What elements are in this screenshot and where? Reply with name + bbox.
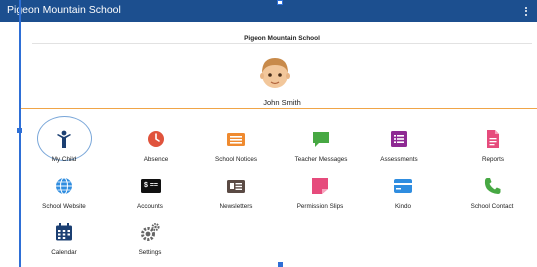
tile-label: Absence — [143, 156, 169, 163]
tile-label: Newsletters — [219, 203, 253, 210]
tile-label: Permission Slips — [296, 203, 344, 210]
newspaper-icon — [227, 180, 245, 193]
tile-kindo[interactable]: Kindo — [359, 177, 447, 215]
tile-absence[interactable]: Absence — [112, 130, 200, 168]
list-icon — [391, 131, 407, 147]
selection-handle-bottom[interactable] — [278, 262, 283, 267]
tile-newsletters[interactable]: Newsletters — [192, 177, 280, 215]
calendar-icon — [56, 223, 72, 241]
tile-assessments[interactable]: Assessments — [355, 130, 443, 168]
document-icon — [487, 130, 499, 148]
school-name-heading: Pigeon Mountain School — [244, 35, 320, 42]
cogs-icon — [141, 223, 160, 241]
tile-settings[interactable]: Settings — [106, 223, 194, 261]
money-icon: $ == — [141, 179, 161, 193]
tile-label: Accounts — [137, 203, 163, 210]
chat-bubble-icon — [313, 132, 329, 147]
app-bar: Pigeon Mountain School — [0, 0, 537, 22]
accent-divider — [21, 108, 537, 109]
tile-label: Calendar — [51, 249, 77, 256]
tile-school-contact[interactable]: School Contact — [448, 177, 536, 215]
app-title: Pigeon Mountain School — [7, 4, 121, 16]
tile-label: My Child — [51, 156, 77, 163]
globe-icon — [56, 177, 72, 195]
tile-accounts[interactable]: $ == Accounts — [106, 177, 194, 215]
clock-icon — [148, 131, 164, 147]
tile-label: School Contact — [470, 203, 514, 210]
tile-label: School Website — [42, 203, 86, 210]
note-icon — [312, 178, 328, 194]
card-icon — [394, 179, 412, 193]
tile-label: Assessments — [380, 156, 418, 163]
more-vert-icon[interactable] — [519, 2, 533, 20]
tile-label: Reports — [481, 156, 505, 163]
tile-label: Settings — [138, 249, 162, 256]
selection-handle-top[interactable] — [277, 0, 283, 5]
tile-label: School Notices — [215, 156, 257, 163]
tile-my-child[interactable]: My Child — [20, 130, 108, 168]
phone-icon — [484, 178, 501, 194]
child-icon — [57, 130, 71, 148]
tile-school-website[interactable]: School Website — [20, 177, 108, 215]
tile-label: Kindo — [394, 203, 412, 210]
tile-teacher-messages[interactable]: Teacher Messages — [277, 130, 365, 168]
tile-reports[interactable]: Reports — [449, 130, 537, 168]
tile-label: Teacher Messages — [294, 156, 348, 163]
tile-permission-slips[interactable]: Permission Slips — [276, 177, 364, 215]
child-avatar[interactable] — [258, 54, 292, 94]
divider — [32, 43, 532, 44]
tile-calendar[interactable]: Calendar — [20, 223, 108, 261]
tile-school-notices[interactable]: School Notices — [192, 130, 280, 168]
notice-board-icon — [227, 133, 245, 146]
child-name: John Smith — [263, 98, 301, 107]
